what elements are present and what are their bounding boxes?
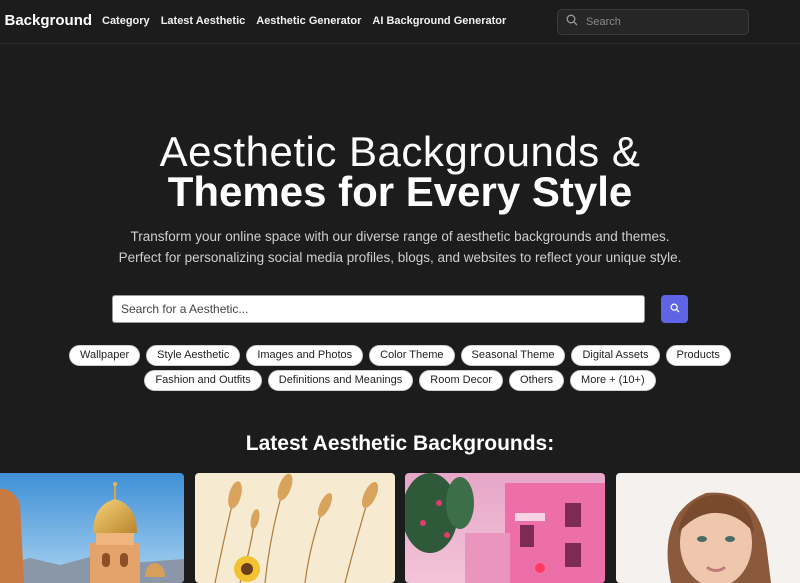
- dried-flowers-image: [195, 473, 395, 583]
- chip-color-theme[interactable]: Color Theme: [369, 345, 455, 366]
- background-card-dried-flowers[interactable]: [195, 473, 395, 583]
- nav-category[interactable]: Category: [102, 15, 150, 27]
- top-navigation-bar: c Background Category Latest Aesthetic A…: [0, 0, 800, 44]
- chip-images-and-photos[interactable]: Images and Photos: [246, 345, 364, 366]
- category-chips-row-1: Wallpaper Style Aesthetic Images and Pho…: [0, 345, 800, 366]
- chip-seasonal-theme[interactable]: Seasonal Theme: [460, 345, 566, 366]
- nav-ai-background-generator[interactable]: AI Background Generator: [372, 15, 506, 27]
- header-search-input[interactable]: [584, 15, 738, 29]
- chip-style-aesthetic[interactable]: Style Aesthetic: [146, 345, 241, 366]
- chip-digital-assets[interactable]: Digital Assets: [571, 345, 660, 366]
- chip-wallpaper[interactable]: Wallpaper: [69, 345, 141, 366]
- nav-latest-aesthetic[interactable]: Latest Aesthetic: [161, 15, 246, 27]
- portrait-image: [616, 473, 800, 583]
- background-card-palace[interactable]: [0, 473, 184, 583]
- chip-products[interactable]: Products: [665, 345, 731, 366]
- hero-subtitle: Transform your online space with our div…: [118, 229, 682, 265]
- nav-aesthetic-generator[interactable]: Aesthetic Generator: [256, 15, 361, 27]
- latest-section-title: Latest Aesthetic Backgrounds:: [245, 432, 555, 455]
- site-brand[interactable]: c Background: [0, 12, 92, 29]
- background-card-portrait[interactable]: [616, 473, 800, 583]
- chip-more[interactable]: More + (10+): [570, 370, 656, 391]
- header-search-box[interactable]: [557, 9, 749, 35]
- chip-others[interactable]: Others: [509, 370, 565, 391]
- chip-definitions-and-meanings[interactable]: Definitions and Meanings: [267, 370, 414, 391]
- aesthetic-search-button[interactable]: [661, 295, 688, 323]
- search-icon: [670, 300, 680, 318]
- chip-room-decor[interactable]: Room Decor: [419, 370, 504, 391]
- palace-image: [0, 473, 184, 583]
- pink-houses-image: [405, 473, 605, 583]
- search-icon: [566, 13, 578, 31]
- chip-fashion-and-outfits[interactable]: Fashion and Outfits: [144, 370, 262, 391]
- aesthetic-search-input[interactable]: [112, 295, 645, 323]
- background-card-pink-houses[interactable]: [405, 473, 605, 583]
- hero-title-line2: Themes for Every Style: [167, 168, 633, 215]
- category-chips-row-2: Fashion and Outfits Definitions and Mean…: [0, 370, 800, 391]
- main-nav: Category Latest Aesthetic Aesthetic Gene…: [102, 15, 506, 27]
